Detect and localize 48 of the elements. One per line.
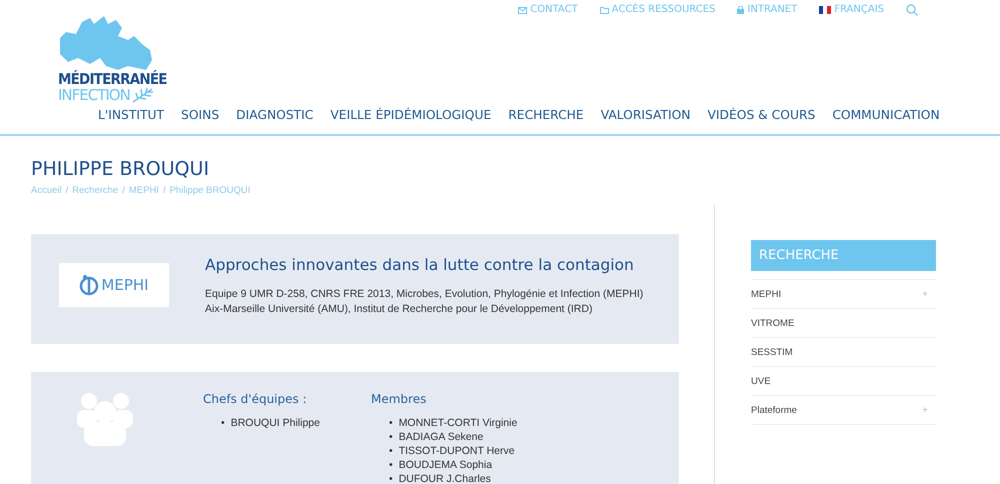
sidebar-item[interactable]: VITROME: [751, 309, 936, 338]
person-name: BOUDJEMA Sophia: [398, 458, 492, 472]
breadcrumb-separator: /: [66, 185, 68, 196]
section-heading: Chefs d'équipes :: [203, 392, 308, 406]
nav-link[interactable]: VALORISATION: [600, 108, 691, 122]
people-group-icon: [77, 392, 133, 446]
sidebar-header: RECHERCHE: [751, 240, 936, 271]
nav-link[interactable]: VIDÉOS & COURS: [708, 108, 816, 122]
sidebar-item[interactable]: MEPHI +: [751, 279, 936, 309]
folder-icon: [600, 6, 609, 14]
nav-link[interactable]: L'INSTITUT: [98, 108, 164, 122]
logo-text: INFECTION: [58, 88, 130, 102]
bullet: •: [389, 444, 393, 458]
lock-icon: [737, 6, 744, 14]
nav-link[interactable]: RECHERCHE: [508, 108, 584, 122]
nav-link[interactable]: VEILLE ÉPIDÉMIOLOGIQUE: [330, 108, 492, 122]
flag-icon: [819, 6, 832, 14]
phi-icon: [79, 274, 100, 296]
person-name: MONNET-CORTI Virginie: [398, 416, 518, 430]
person-name: BROUQUI Philippe: [230, 416, 320, 430]
olive-branch-icon: [132, 87, 154, 103]
breadcrumb-separator: /: [162, 185, 166, 196]
sidebar-item[interactable]: UVE: [751, 367, 936, 396]
section-heading: Membres: [371, 392, 428, 406]
map-logo-icon: [58, 14, 154, 72]
breadcrumb-current: Philippe BROUQUI: [170, 185, 250, 196]
bullet: •: [389, 472, 393, 484]
logo-text: MÉDITERRANÉE: [58, 72, 167, 87]
breadcrumb-separator: /: [122, 185, 125, 196]
search-icon[interactable]: [906, 4, 918, 16]
nav-link[interactable]: COMMUNICATION: [832, 108, 940, 122]
mephi-logo: MEPHI: [59, 263, 169, 307]
bullet: •: [389, 458, 393, 472]
person-name: BADIAGA Sekene: [398, 430, 484, 444]
bullet: •: [389, 416, 393, 430]
nav-link[interactable]: SOINS: [181, 108, 220, 122]
mail-icon: [518, 6, 528, 14]
person-name: TISSOT-DUPONT Herve: [398, 444, 515, 458]
team-title: Approches innovantes dans la lutte contre la contagion: [205, 256, 635, 274]
team-description: Aix-Marseille Université (AMU), Institut de Recherche pour le Développement (IRD): [205, 302, 594, 317]
bullet: •: [389, 430, 393, 444]
sidebar-item[interactable]: Plateforme +: [751, 396, 936, 425]
team-description: Equipe 9 UMR D-258, CNRS FRE 2013, Microbes, Evolution, Phylogénie et Infection (MEPHI): [205, 287, 644, 302]
bullet: •: [221, 416, 225, 430]
person-name: DUFOUR J.Charles: [398, 472, 491, 484]
page-title: PHILIPPE BROUQUI: [31, 158, 210, 180]
nav-link[interactable]: DIAGNOSTIC: [236, 108, 314, 122]
sidebar-item[interactable]: SESSTIM: [751, 338, 936, 367]
